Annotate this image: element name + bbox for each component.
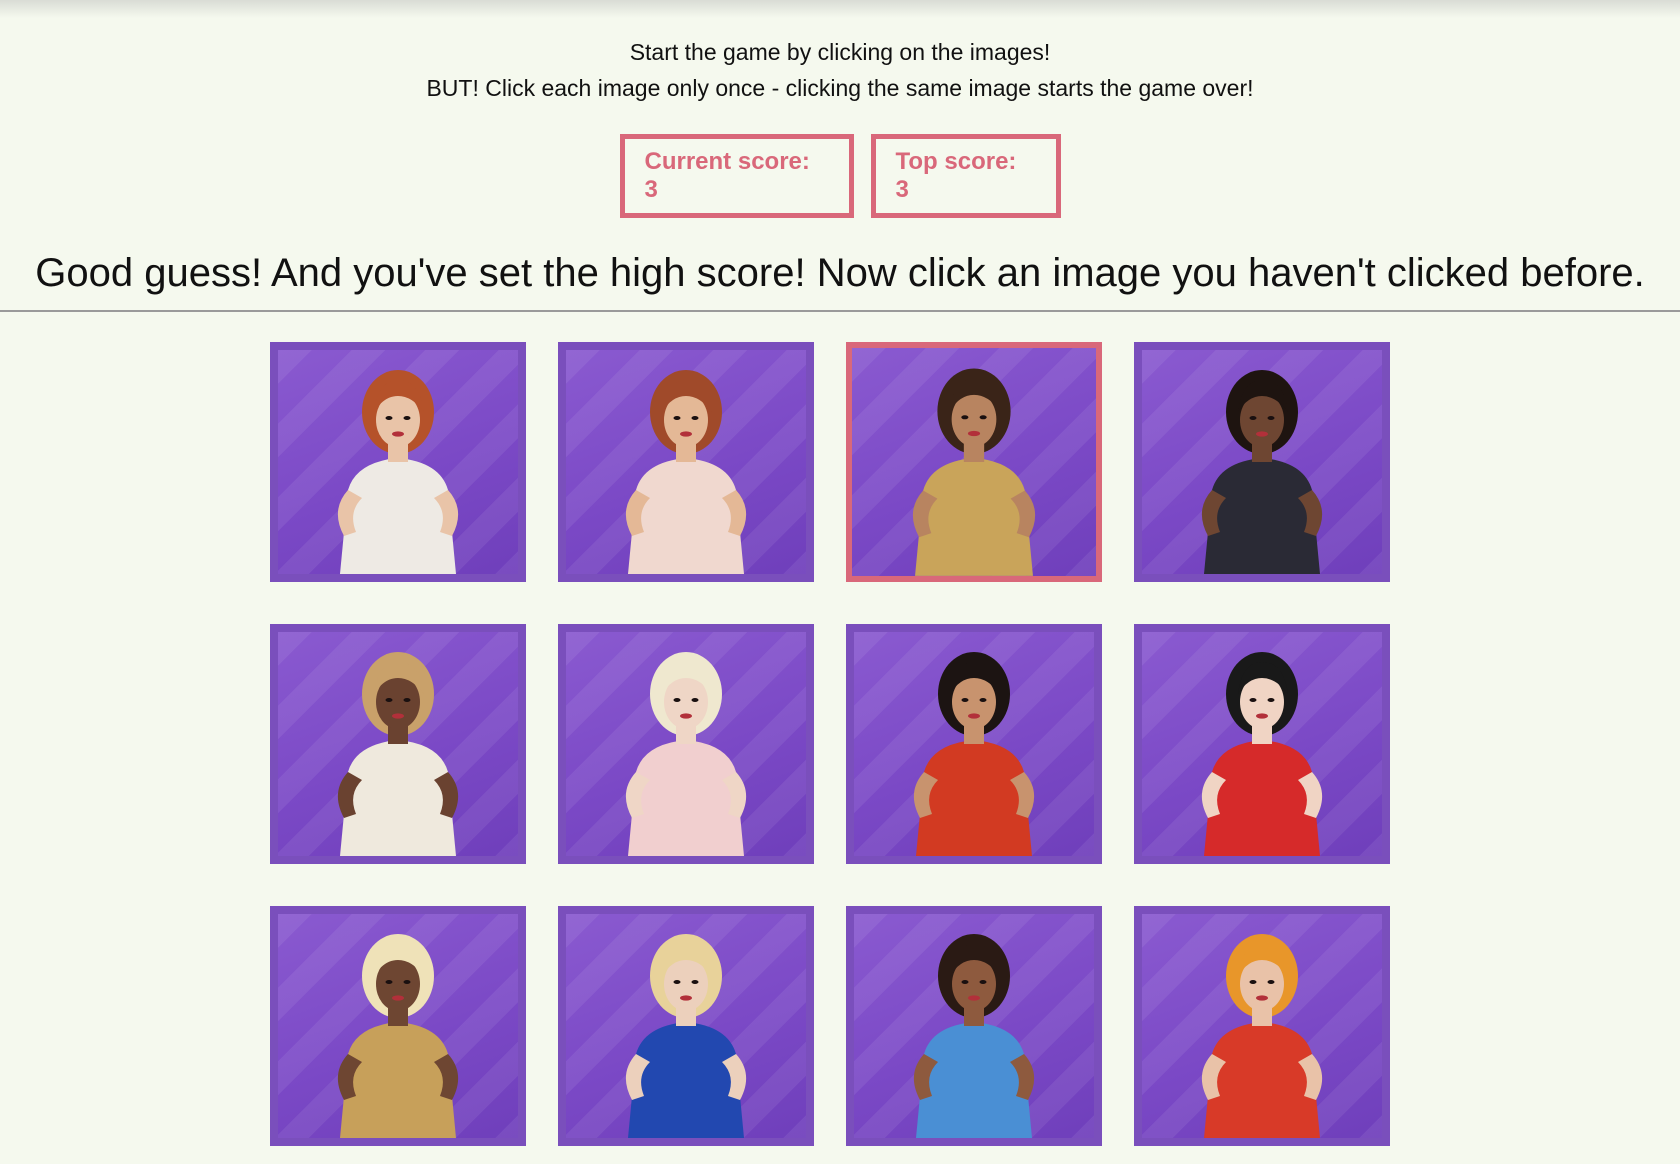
character-card[interactable] <box>558 906 814 1146</box>
character-card[interactable] <box>270 342 526 582</box>
current-score: Current score: 3 <box>619 134 854 218</box>
character-card[interactable] <box>846 624 1102 864</box>
character-image <box>625 934 747 1138</box>
character-card[interactable] <box>558 624 814 864</box>
character-image <box>913 652 1035 856</box>
character-image <box>625 370 747 574</box>
instructions-line-1: Start the game by clicking on the images… <box>629 39 1051 65</box>
character-image <box>1201 652 1323 856</box>
character-card[interactable] <box>558 342 814 582</box>
character-image <box>913 934 1035 1138</box>
character-image <box>337 370 459 574</box>
instructions-line-2: BUT! Click each image only once - clicki… <box>426 75 1254 101</box>
image-grid <box>270 342 1390 1146</box>
character-card[interactable] <box>270 906 526 1146</box>
character-image <box>912 368 1036 576</box>
character-image <box>1201 934 1323 1138</box>
character-card[interactable] <box>846 342 1102 582</box>
top-shadow <box>0 0 1680 18</box>
character-image <box>337 934 459 1138</box>
character-card[interactable] <box>846 906 1102 1146</box>
character-card[interactable] <box>1134 624 1390 864</box>
character-image <box>337 652 459 856</box>
top-score: Top score: 3 <box>870 134 1061 218</box>
character-image <box>625 652 747 856</box>
instructions: Start the game by clicking on the images… <box>0 34 1680 106</box>
character-card[interactable] <box>1134 342 1390 582</box>
character-card[interactable] <box>270 624 526 864</box>
divider <box>0 310 1680 312</box>
feedback-message: Good guess! And you've set the high scor… <box>35 251 1645 295</box>
character-card[interactable] <box>1134 906 1390 1146</box>
character-image <box>1201 370 1323 574</box>
score-bar: Current score: 3 Top score: 3 <box>0 134 1680 218</box>
